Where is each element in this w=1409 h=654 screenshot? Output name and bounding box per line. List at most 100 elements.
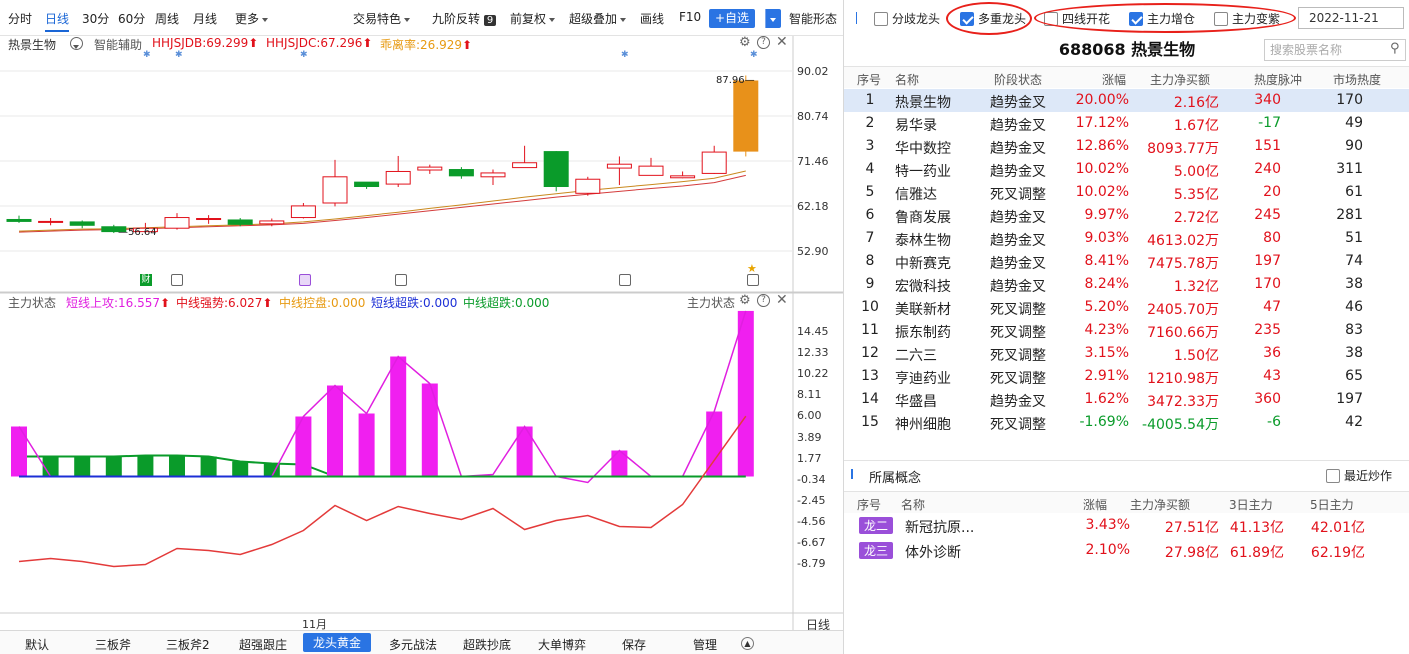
indicator-tick: 14.45 — [797, 325, 829, 338]
row-name: 信雅达 — [895, 187, 937, 203]
tab-fenshi[interactable]: 分时 — [8, 10, 32, 27]
finance-marker[interactable]: 财 — [140, 274, 152, 286]
table-row[interactable]: 3 华中数控 趋势金叉 12.86% 8093.77万 151 90 — [844, 135, 1409, 158]
tab-manage[interactable]: 管理 — [693, 636, 717, 653]
nine-reverse-button[interactable]: 九阶反转 9 — [432, 10, 497, 27]
settings-icon[interactable]: ⚙ — [739, 293, 751, 308]
tab-default[interactable]: 默认 — [25, 636, 49, 653]
close-icon[interactable]: ✕ — [776, 34, 788, 50]
trade-feature-menu[interactable]: 交易特色 — [353, 10, 411, 27]
table-row[interactable]: 1 热景生物 趋势金叉 20.00% 2.16亿 340 170 — [844, 89, 1409, 112]
collapse-icon[interactable]: ▲ — [741, 637, 754, 650]
row-change: 2.91% — [1084, 368, 1129, 384]
row-stage: 趋势金叉 — [990, 141, 1046, 157]
col-change[interactable]: 涨幅 — [1083, 496, 1107, 513]
tab-save[interactable]: 保存 — [622, 636, 646, 653]
overlay-menu[interactable]: 超级叠加 — [569, 10, 627, 27]
favorite-dropdown[interactable] — [765, 9, 781, 28]
tab-month[interactable]: 月线 — [193, 10, 217, 27]
table-row[interactable]: 12 二六三 死叉调整 3.15% 1.50亿 36 38 — [844, 342, 1409, 365]
row-stage: 死叉调整 — [990, 417, 1046, 433]
legend-short-attack: 短线上攻:16.557⬆ — [66, 294, 170, 311]
tab-sanbanfu2[interactable]: 三板斧2 — [166, 636, 210, 653]
event-marker-icon[interactable]: ✱ — [621, 50, 629, 60]
concept-row[interactable]: 龙二 新冠抗原... 3.43% 27.51亿 41.13亿 42.01亿 — [844, 514, 1409, 537]
event-marker-icon[interactable]: ✱ — [143, 50, 151, 60]
col-5day[interactable]: 5日主力 — [1310, 496, 1354, 513]
announcement-icon[interactable] — [619, 274, 631, 286]
table-row[interactable]: 11 振东制药 死叉调整 4.23% 7160.66万 235 83 — [844, 319, 1409, 342]
more-menu[interactable]: 更多 — [235, 10, 269, 27]
checkbox-divergence[interactable] — [874, 11, 888, 26]
announcement-icon[interactable] — [747, 274, 759, 286]
filter-divergence-label: 分歧龙头 — [892, 12, 941, 26]
table-row[interactable]: 10 美联新材 死叉调整 5.20% 2405.70万 47 46 — [844, 296, 1409, 319]
help-icon[interactable]: ? — [757, 36, 770, 49]
candle-body — [385, 170, 411, 185]
table-row[interactable]: 6 鲁商发展 趋势金叉 9.97% 2.72亿 245 281 — [844, 204, 1409, 227]
indicator-bias: 乖离率:26.929⬆ — [380, 36, 472, 53]
concept-5day: 42.01亿 — [1310, 520, 1365, 536]
adjust-menu[interactable]: 前复权 — [510, 10, 556, 27]
tab-chaoqiang[interactable]: 超强跟庄 — [239, 636, 287, 653]
tab-dadan[interactable]: 大单博弈 — [538, 636, 586, 653]
row-netbuy: 5.00亿 — [1173, 164, 1219, 180]
filter-divergence[interactable]: 分歧龙头 — [874, 10, 940, 27]
table-row[interactable]: 5 信雅达 死叉调整 10.02% 5.35亿 20 61 — [844, 181, 1409, 204]
row-market-heat: 38 — [1345, 345, 1363, 361]
tab-30min[interactable]: 30分 — [82, 10, 109, 27]
col-netbuy[interactable]: 主力净买额 — [1150, 71, 1210, 88]
tab-duoyuan[interactable]: 多元战法 — [389, 636, 437, 653]
table-row[interactable]: 9 宏微科技 趋势金叉 8.24% 1.32亿 170 38 — [844, 273, 1409, 296]
date-input[interactable]: 2022-11-21 — [1298, 7, 1404, 29]
tab-60min[interactable]: 60分 — [118, 10, 145, 27]
f10-button[interactable]: F10 — [679, 10, 701, 24]
stock-chart[interactable] — [0, 36, 843, 630]
tab-chaodie[interactable]: 超跌抄底 — [463, 636, 511, 653]
close-icon[interactable]: ✕ — [776, 292, 788, 308]
col-market-heat[interactable]: 市场热度 — [1333, 71, 1381, 88]
table-row[interactable]: 13 亨迪药业 死叉调整 2.91% 1210.98万 43 65 — [844, 365, 1409, 388]
magenta-bar — [737, 310, 754, 477]
announcement-icon[interactable] — [395, 274, 407, 286]
candle-body — [670, 175, 696, 179]
row-index: 7 — [865, 230, 875, 246]
row-stage: 趋势金叉 — [990, 210, 1046, 226]
tab-week[interactable]: 周线 — [155, 10, 179, 27]
announcement-icon[interactable] — [171, 274, 183, 286]
draw-line-button[interactable]: 画线 — [640, 10, 664, 27]
table-row[interactable]: 15 神州细胞 死叉调整 -1.69% -4005.54万 -6 42 — [844, 411, 1409, 434]
col-index: 序号 — [857, 498, 882, 512]
concept-row[interactable]: 龙三 体外诊断 2.10% 27.98亿 61.89亿 62.19亿 — [844, 539, 1409, 562]
checkbox-recent[interactable] — [1326, 468, 1340, 483]
help-icon[interactable]: ? — [757, 294, 770, 307]
tab-sanbanfu[interactable]: 三板斧 — [95, 636, 131, 653]
table-row[interactable]: 4 特一药业 趋势金叉 10.02% 5.00亿 240 311 — [844, 158, 1409, 181]
tab-day[interactable]: 日线 — [45, 10, 70, 32]
table-row[interactable]: 8 中新赛克 趋势金叉 8.41% 7475.78万 197 74 — [844, 250, 1409, 273]
table-row[interactable]: 14 华盛昌 趋势金叉 1.62% 3472.33万 360 197 — [844, 388, 1409, 411]
col-change[interactable]: 涨幅 — [1102, 71, 1126, 88]
event-marker-icon[interactable]: ✱ — [175, 50, 183, 60]
recent-hype-toggle[interactable]: 最近炒作 — [1326, 467, 1392, 484]
high-price-label: 87.96— — [716, 75, 755, 86]
col-heat-pulse[interactable]: 热度脉冲 — [1254, 71, 1302, 88]
smart-pattern-button[interactable]: 智能形态 — [789, 10, 837, 27]
col-3day[interactable]: 3日主力 — [1229, 496, 1273, 513]
settings-icon[interactable]: ⚙ — [739, 35, 751, 50]
event-marker-icon[interactable]: ✱ — [300, 50, 308, 60]
trade-feature-label: 交易特色 — [353, 12, 402, 26]
add-favorite-button[interactable]: +自选 — [709, 9, 756, 28]
row-market-heat: 83 — [1345, 322, 1363, 338]
stock-search-input[interactable]: 搜索股票名称 — [1264, 39, 1406, 61]
research-icon[interactable] — [299, 274, 311, 286]
stock-dropdown-icon[interactable] — [70, 37, 83, 50]
event-marker-icon[interactable]: ✱ — [750, 50, 758, 60]
search-icon[interactable]: ⚲ — [1390, 41, 1400, 56]
candle-body — [290, 205, 316, 219]
table-row[interactable]: 2 易华录 趋势金叉 17.12% 1.67亿 -17 49 — [844, 112, 1409, 135]
col-netbuy[interactable]: 主力净买额 — [1130, 496, 1190, 513]
table-row[interactable]: 7 泰林生物 趋势金叉 9.03% 4613.02万 80 51 — [844, 227, 1409, 250]
green-bar — [169, 455, 185, 477]
tab-longtou-gold[interactable]: 龙头黄金 — [303, 633, 372, 652]
